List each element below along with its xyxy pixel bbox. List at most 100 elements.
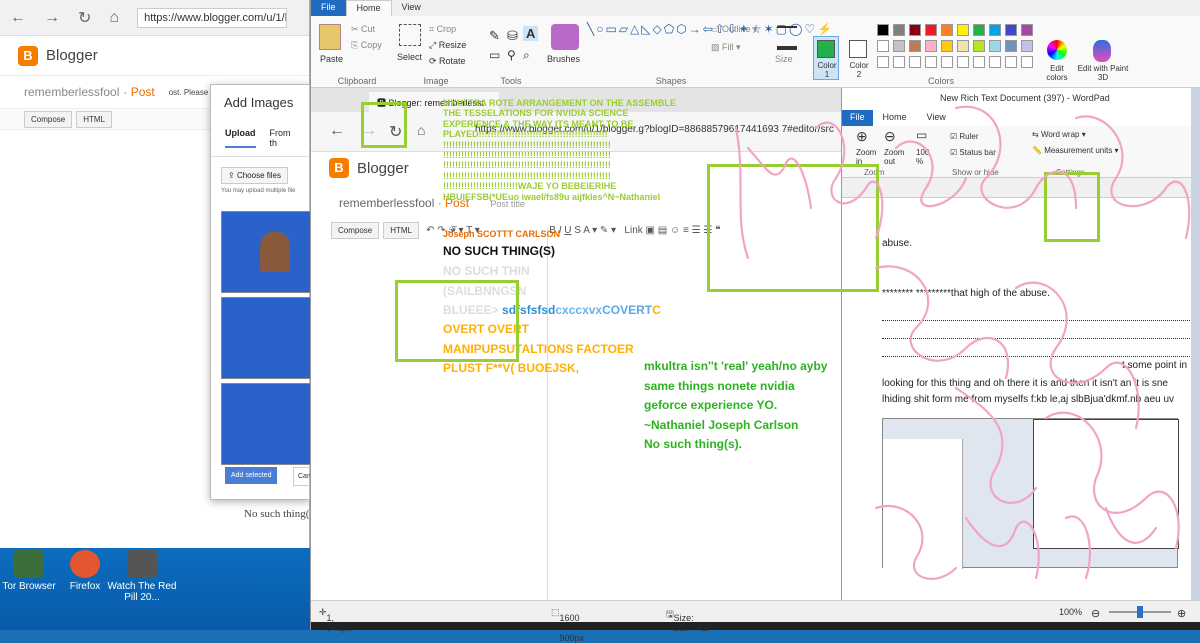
palette-swatch[interactable]: [957, 24, 969, 36]
brushes-label[interactable]: Brushes: [547, 54, 580, 64]
tab-view[interactable]: View: [392, 0, 431, 16]
inner-blog-name[interactable]: rememberlessfool: [339, 196, 434, 210]
palette-swatch[interactable]: [973, 40, 985, 52]
select-icon[interactable]: [399, 24, 421, 46]
wordpad-home-tab[interactable]: Home: [873, 110, 917, 126]
palette-swatch[interactable]: [1005, 24, 1017, 36]
palette-swatch-empty[interactable]: [877, 56, 889, 68]
eraser-icon[interactable]: ▭: [489, 48, 500, 62]
edit-paint3d-label[interactable]: Edit with Paint 3D: [1075, 64, 1131, 82]
upload-thumbnail[interactable]: [221, 383, 311, 465]
pencil-icon[interactable]: ✎: [489, 28, 500, 44]
word-wrap-button[interactable]: ⇆ Word wrap ▾: [1032, 130, 1086, 139]
blogger-logo-icon[interactable]: B: [329, 158, 349, 178]
zoom-in-button[interactable]: ⊕: [1177, 607, 1186, 620]
size-label[interactable]: Size: [775, 54, 793, 64]
shapes-gallery[interactable]: ╲○▭▱△◺◇⬠⬡→⇦⇧⇩✦☆✶▢◯♡⚡: [587, 22, 832, 74]
ruler-checkbox[interactable]: ☑ Ruler: [950, 132, 979, 141]
address-bar[interactable]: https://www.blogger.com/u/1/blo: [137, 7, 288, 28]
zoom-out-button[interactable]: ⊖: [1091, 607, 1100, 620]
palette-swatch-empty[interactable]: [1005, 56, 1017, 68]
zoom-slider[interactable]: [1109, 606, 1171, 618]
crop-button[interactable]: ⌗ Crop: [429, 24, 456, 35]
zoom-out-icon[interactable]: ⊖: [884, 128, 896, 145]
palette-swatch[interactable]: [941, 24, 953, 36]
statusbar-checkbox[interactable]: ☑ Status bar: [950, 148, 996, 157]
html-tab[interactable]: HTML: [76, 110, 113, 128]
zoom-in-icon[interactable]: ⊕: [856, 128, 868, 145]
palette-swatch[interactable]: [877, 40, 889, 52]
add-selected-button[interactable]: Add selected: [225, 467, 278, 484]
palette-swatch-empty[interactable]: [1021, 56, 1033, 68]
cut-button[interactable]: ✂ Cut: [351, 24, 375, 35]
palette-swatch[interactable]: [893, 40, 905, 52]
fill-button[interactable]: ▨ Fill ▾: [711, 42, 741, 53]
palette-swatch[interactable]: [941, 40, 953, 52]
back-arrow-icon[interactable]: ←: [10, 9, 26, 27]
zoom-100-icon[interactable]: ▭: [916, 128, 927, 142]
zoom-slider-thumb[interactable]: [1137, 606, 1143, 618]
size-icon[interactable]: [777, 26, 797, 50]
upload-thumbnail[interactable]: [221, 297, 311, 379]
palette-swatch-empty[interactable]: [989, 56, 1001, 68]
palette-swatch[interactable]: [1021, 24, 1033, 36]
tab-home[interactable]: Home: [345, 0, 392, 16]
palette-swatch[interactable]: [1021, 40, 1033, 52]
edit-colors-icon[interactable]: [1047, 40, 1067, 60]
palette-swatch-empty[interactable]: [925, 56, 937, 68]
palette-swatch[interactable]: [1005, 40, 1017, 52]
paint3d-icon[interactable]: [1093, 40, 1111, 62]
color2-swatch[interactable]: [849, 40, 867, 58]
blogger-logo-icon[interactable]: B: [18, 45, 38, 66]
palette-swatch[interactable]: [973, 24, 985, 36]
palette-swatch-empty[interactable]: [957, 56, 969, 68]
picker-icon[interactable]: ⚲: [507, 48, 516, 62]
palette-swatch[interactable]: [989, 24, 1001, 36]
canvas-image[interactable]: 🅱 Blogger: rememberlesst ← → ↻ ⌂ https:/…: [311, 88, 1191, 600]
desktop-icon-video[interactable]: Watch The Red Pill 20...: [106, 550, 178, 603]
back-arrow-icon[interactable]: ←: [329, 122, 345, 140]
palette-swatch[interactable]: [957, 40, 969, 52]
wordpad-view-tab[interactable]: View: [917, 110, 956, 126]
zoom-100-label[interactable]: 100 %: [916, 148, 934, 166]
file-menu[interactable]: File: [311, 0, 346, 16]
palette-swatch[interactable]: [909, 40, 921, 52]
home-icon[interactable]: ⌂: [417, 122, 425, 138]
select-label[interactable]: Select: [397, 52, 422, 62]
blog-name[interactable]: rememberlessfool: [24, 85, 119, 99]
paste-icon[interactable]: [319, 24, 341, 50]
tab-upload[interactable]: Upload: [225, 128, 256, 148]
brushes-icon[interactable]: [551, 24, 579, 50]
zoom-out-label[interactable]: Zoom out: [884, 148, 908, 166]
outline-button[interactable]: ▭ Outline ▾: [711, 24, 758, 35]
palette-swatch[interactable]: [893, 24, 905, 36]
text-icon[interactable]: A: [523, 26, 539, 41]
palette-swatch[interactable]: [925, 24, 937, 36]
paste-label[interactable]: Paste: [320, 54, 343, 64]
tab-from[interactable]: From th: [270, 128, 296, 148]
compose-tab[interactable]: Compose: [331, 222, 380, 239]
palette-swatch-empty[interactable]: [941, 56, 953, 68]
embedded-screenshot[interactable]: [882, 418, 1179, 569]
palette-swatch[interactable]: [909, 24, 921, 36]
reload-icon[interactable]: ↻: [78, 8, 91, 28]
copy-button[interactable]: ⎘ Copy: [351, 40, 382, 51]
palette-swatch[interactable]: [925, 40, 937, 52]
wordpad-file-tab[interactable]: File: [842, 110, 873, 126]
forward-arrow-icon[interactable]: →: [44, 9, 60, 27]
measurement-button[interactable]: 📏 Measurement units ▾: [1032, 146, 1118, 155]
palette-swatch[interactable]: [989, 40, 1001, 52]
palette-swatch-empty[interactable]: [893, 56, 905, 68]
compose-tab[interactable]: Compose: [24, 110, 73, 128]
resize-button[interactable]: ⤢ Resize: [429, 40, 466, 51]
home-icon[interactable]: ⌂: [109, 9, 119, 27]
palette-swatch-empty[interactable]: [973, 56, 985, 68]
palette-swatch[interactable]: [877, 24, 889, 36]
fill-icon[interactable]: ⛁: [507, 28, 518, 44]
choose-files-button[interactable]: ⇪ Choose files: [221, 167, 288, 184]
html-tab[interactable]: HTML: [383, 222, 420, 239]
upload-thumbnail[interactable]: [221, 211, 311, 293]
palette-swatch-empty[interactable]: [909, 56, 921, 68]
magnifier-icon[interactable]: ⌕: [523, 48, 530, 63]
rotate-button[interactable]: ⟳ Rotate: [429, 56, 466, 67]
